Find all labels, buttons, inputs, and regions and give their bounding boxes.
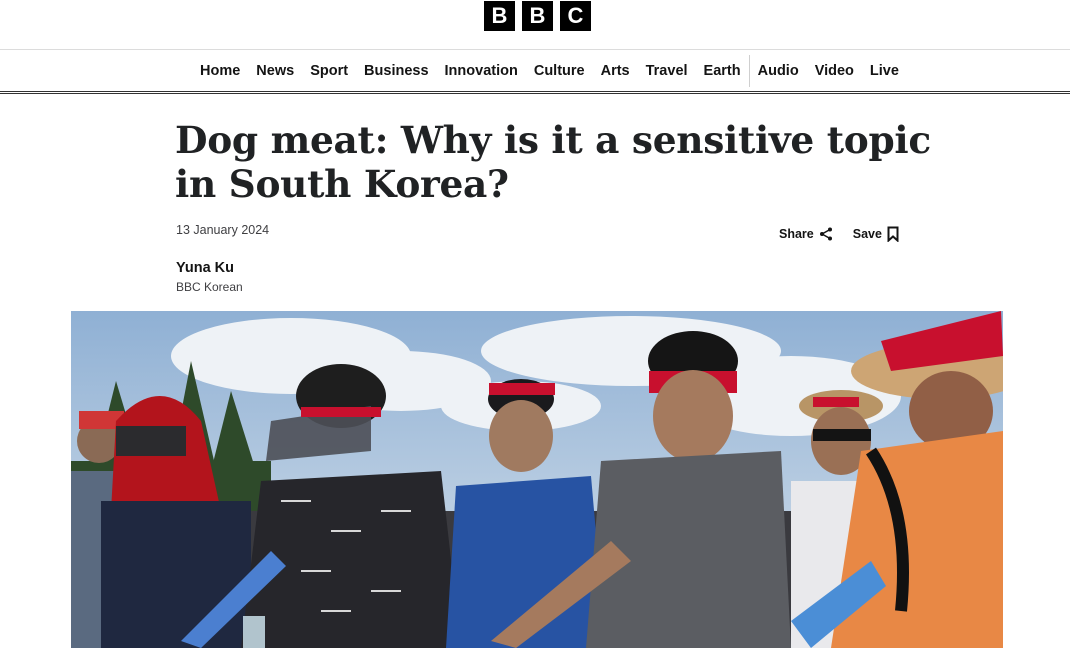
article-date: 13 January 2024 [176,223,270,237]
article-actions: Share Save [779,226,899,242]
nav-item-video[interactable]: Video [807,50,862,92]
nav-item-live[interactable]: Live [862,50,907,92]
share-icon [819,227,832,241]
nav-item-arts[interactable]: Arts [593,50,638,92]
nav-item-audio[interactable]: Audio [750,50,807,92]
hero-image [71,311,1003,648]
save-label: Save [852,227,882,241]
logo-letter-b2: B [522,1,553,31]
bbc-logo[interactable]: B B C [484,1,591,31]
nav-item-innovation[interactable]: Innovation [437,50,526,92]
water-bottle [243,616,265,648]
logo-letter-b1: B [484,1,515,31]
logo-letter-c: C [560,1,591,31]
nav-item-earth[interactable]: Earth [696,50,749,92]
share-button[interactable]: Share [779,227,833,241]
save-button[interactable]: Save [853,226,899,242]
nav-item-home[interactable]: Home [192,50,248,92]
article-headline: Dog meat: Why is it a sensitive topic in… [175,118,931,206]
nav-item-travel[interactable]: Travel [638,50,696,92]
masthead: B B C [0,0,1070,50]
main-nav: Home News Sport Business Innovation Cult… [0,50,1070,94]
author-name[interactable]: Yuna Ku [176,260,234,276]
nav-item-business[interactable]: Business [356,50,436,92]
share-label: Share [779,227,814,241]
bookmark-icon [887,226,899,242]
nav-item-culture[interactable]: Culture [526,50,593,92]
nav-item-news[interactable]: News [248,50,302,92]
author-organization: BBC Korean [176,280,243,294]
nav-item-sport[interactable]: Sport [302,50,356,92]
